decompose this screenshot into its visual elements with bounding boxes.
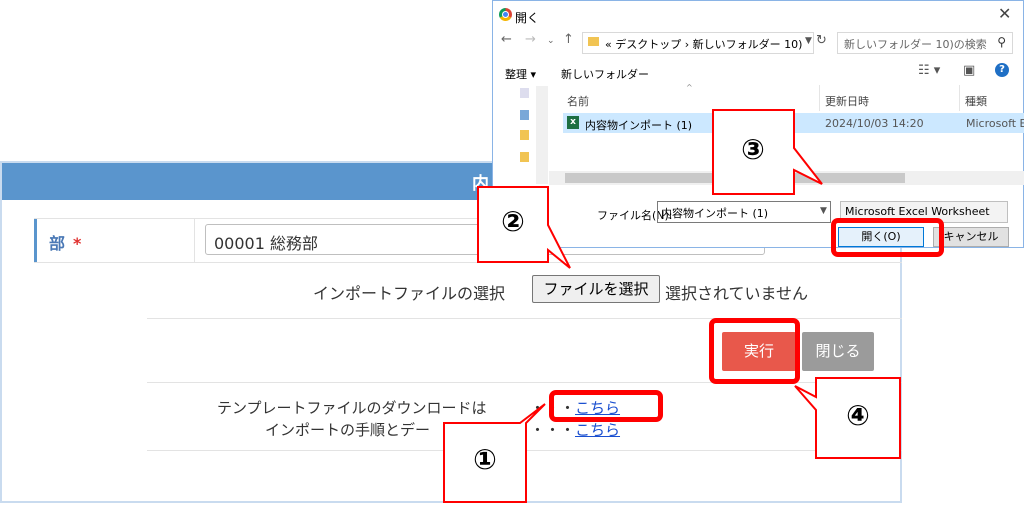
callout-number-2: ② [501, 205, 525, 238]
callout-number-1: ① [473, 443, 497, 476]
callout-number-4: ④ [846, 399, 870, 432]
callout-number-3: ③ [741, 133, 765, 166]
